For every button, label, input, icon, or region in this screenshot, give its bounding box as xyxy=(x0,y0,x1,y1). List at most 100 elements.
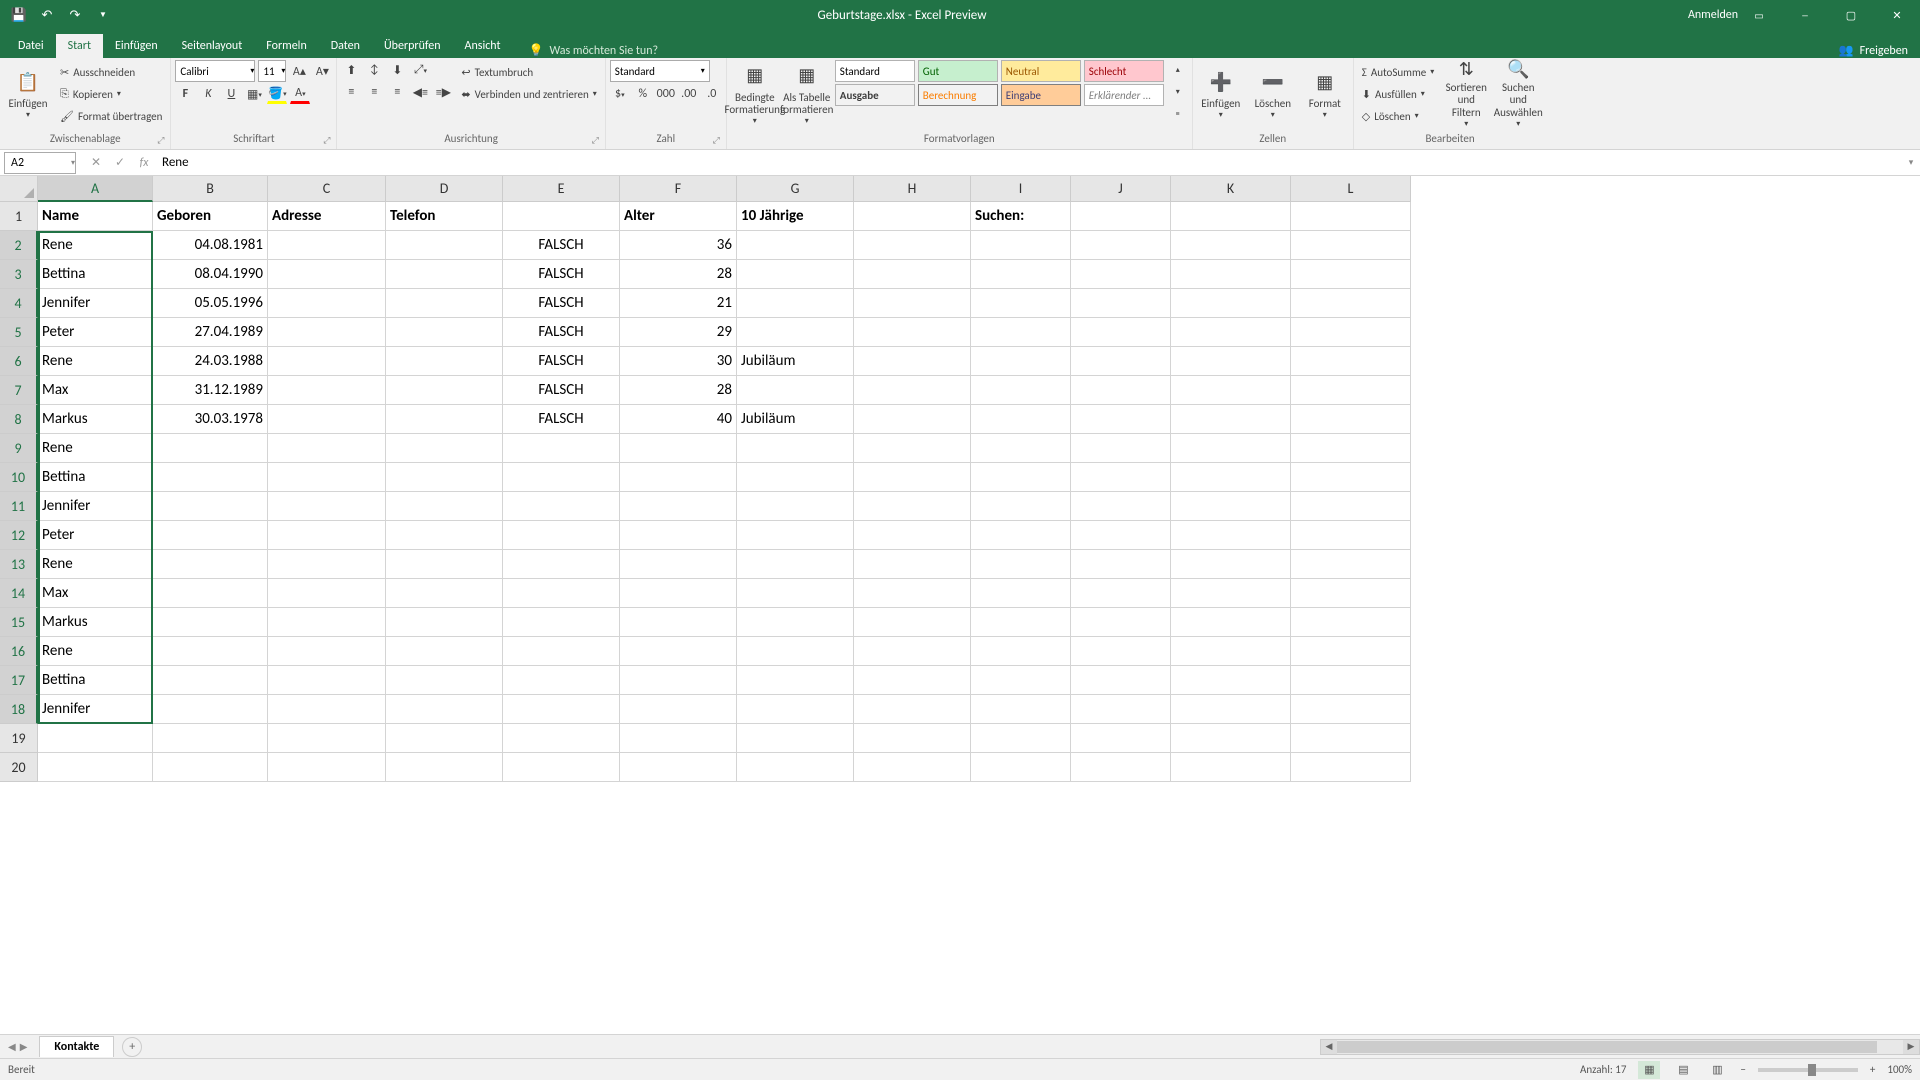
cell-B8[interactable]: 30.03.1978 xyxy=(153,405,268,434)
cell-L17[interactable] xyxy=(1291,666,1411,695)
tab-formeln[interactable]: Formeln xyxy=(254,34,318,58)
cell-B19[interactable] xyxy=(153,724,268,753)
cell-K3[interactable] xyxy=(1171,260,1291,289)
cell-K6[interactable] xyxy=(1171,347,1291,376)
cell-L11[interactable] xyxy=(1291,492,1411,521)
cell-F17[interactable] xyxy=(620,666,737,695)
row-header-7[interactable]: 7 xyxy=(0,376,38,405)
style-standard[interactable]: Standard xyxy=(835,60,915,82)
qat-customize-icon[interactable]: ▼ xyxy=(92,4,114,26)
format-painter-button[interactable]: 🖌Format übertragen xyxy=(56,106,166,126)
cell-E15[interactable] xyxy=(503,608,620,637)
row-header-20[interactable]: 20 xyxy=(0,753,38,782)
cell-F11[interactable] xyxy=(620,492,737,521)
underline-button[interactable]: U xyxy=(221,84,241,104)
autosum-button[interactable]: ΣAutoSumme▾ xyxy=(1358,62,1438,82)
cell-C6[interactable] xyxy=(268,347,386,376)
cell-A7[interactable]: Max xyxy=(38,376,153,405)
cell-C14[interactable] xyxy=(268,579,386,608)
scroll-right-icon[interactable]: ▶ xyxy=(1903,1040,1919,1054)
cell-D9[interactable] xyxy=(386,434,503,463)
cell-B18[interactable] xyxy=(153,695,268,724)
cell-H7[interactable] xyxy=(854,376,971,405)
cell-B9[interactable] xyxy=(153,434,268,463)
launcher-icon[interactable]: ⤢ xyxy=(323,135,330,146)
cell-K10[interactable] xyxy=(1171,463,1291,492)
cell-G13[interactable] xyxy=(737,550,854,579)
cell-L15[interactable] xyxy=(1291,608,1411,637)
cell-G9[interactable] xyxy=(737,434,854,463)
page-break-view-icon[interactable]: ▥ xyxy=(1706,1061,1728,1079)
launcher-icon[interactable]: ⤢ xyxy=(592,135,599,146)
cell-H19[interactable] xyxy=(854,724,971,753)
fill-button[interactable]: ⬇Ausfüllen▾ xyxy=(1358,84,1438,104)
style-erklarender[interactable]: Erklärender ... xyxy=(1084,84,1164,106)
cell-A8[interactable]: Markus xyxy=(38,405,153,434)
align-bottom-icon[interactable]: ⬇ xyxy=(387,60,407,80)
cell-I2[interactable] xyxy=(971,231,1071,260)
row-header-3[interactable]: 3 xyxy=(0,260,38,289)
col-header-H[interactable]: H xyxy=(854,176,971,202)
cell-I7[interactable] xyxy=(971,376,1071,405)
scroll-thumb[interactable] xyxy=(1337,1041,1877,1053)
cell-D14[interactable] xyxy=(386,579,503,608)
cell-G5[interactable] xyxy=(737,318,854,347)
cell-K17[interactable] xyxy=(1171,666,1291,695)
col-header-K[interactable]: K xyxy=(1171,176,1291,202)
row-header-12[interactable]: 12 xyxy=(0,521,38,550)
tab-seitenlayout[interactable]: Seitenlayout xyxy=(170,34,255,58)
cell-G11[interactable] xyxy=(737,492,854,521)
cell-B17[interactable] xyxy=(153,666,268,695)
cell-L19[interactable] xyxy=(1291,724,1411,753)
cell-F13[interactable] xyxy=(620,550,737,579)
cell-H18[interactable] xyxy=(854,695,971,724)
cell-J7[interactable] xyxy=(1071,376,1171,405)
cell-B6[interactable]: 24.03.1988 xyxy=(153,347,268,376)
cell-E2[interactable]: FALSCH xyxy=(503,231,620,260)
cell-L3[interactable] xyxy=(1291,260,1411,289)
row-header-6[interactable]: 6 xyxy=(0,347,38,376)
cell-L13[interactable] xyxy=(1291,550,1411,579)
cell-D8[interactable] xyxy=(386,405,503,434)
spreadsheet-grid[interactable]: ABCDEFGHIJKL 123456789101112131415161718… xyxy=(0,176,1920,1034)
row-header-14[interactable]: 14 xyxy=(0,579,38,608)
horizontal-scrollbar[interactable]: ◀ ▶ xyxy=(1320,1039,1920,1055)
row-header-11[interactable]: 11 xyxy=(0,492,38,521)
cell-D10[interactable] xyxy=(386,463,503,492)
zoom-slider[interactable] xyxy=(1758,1068,1858,1072)
cell-J10[interactable] xyxy=(1071,463,1171,492)
row-header-4[interactable]: 4 xyxy=(0,289,38,318)
tell-me-search[interactable]: 💡 Was möchten Sie tun? xyxy=(513,43,659,58)
paste-button[interactable]: 📋 Einfügen ▾ xyxy=(4,60,52,128)
cell-A6[interactable]: Rene xyxy=(38,347,153,376)
row-header-5[interactable]: 5 xyxy=(0,318,38,347)
cell-A3[interactable]: Bettina xyxy=(38,260,153,289)
cell-J18[interactable] xyxy=(1071,695,1171,724)
fill-color-button[interactable]: 🪣▾ xyxy=(267,84,287,104)
scroll-left-icon[interactable]: ◀ xyxy=(1321,1040,1337,1054)
cell-F1[interactable]: Alter xyxy=(620,202,737,231)
cut-button[interactable]: ✂Ausschneiden xyxy=(56,62,166,82)
cell-E1[interactable] xyxy=(503,202,620,231)
row-header-8[interactable]: 8 xyxy=(0,405,38,434)
zoom-in-icon[interactable]: + xyxy=(1870,1063,1875,1076)
cell-A2[interactable]: Rene xyxy=(38,231,153,260)
cell-G18[interactable] xyxy=(737,695,854,724)
cell-K12[interactable] xyxy=(1171,521,1291,550)
cell-D6[interactable] xyxy=(386,347,503,376)
cell-D15[interactable] xyxy=(386,608,503,637)
cell-J5[interactable] xyxy=(1071,318,1171,347)
cell-A15[interactable]: Markus xyxy=(38,608,153,637)
cell-E12[interactable] xyxy=(503,521,620,550)
cell-H10[interactable] xyxy=(854,463,971,492)
row-header-1[interactable]: 1 xyxy=(0,202,38,231)
style-gut[interactable]: Gut xyxy=(918,60,998,82)
font-name-select[interactable]: Calibri▾ xyxy=(175,60,255,82)
cell-G6[interactable]: Jubiläum xyxy=(737,347,854,376)
bold-button[interactable]: F xyxy=(175,84,195,104)
decrease-font-icon[interactable]: A▾ xyxy=(312,61,332,81)
cell-A18[interactable]: Jennifer xyxy=(38,695,153,724)
style-schlecht[interactable]: Schlecht xyxy=(1084,60,1164,82)
cell-C17[interactable] xyxy=(268,666,386,695)
cell-K8[interactable] xyxy=(1171,405,1291,434)
